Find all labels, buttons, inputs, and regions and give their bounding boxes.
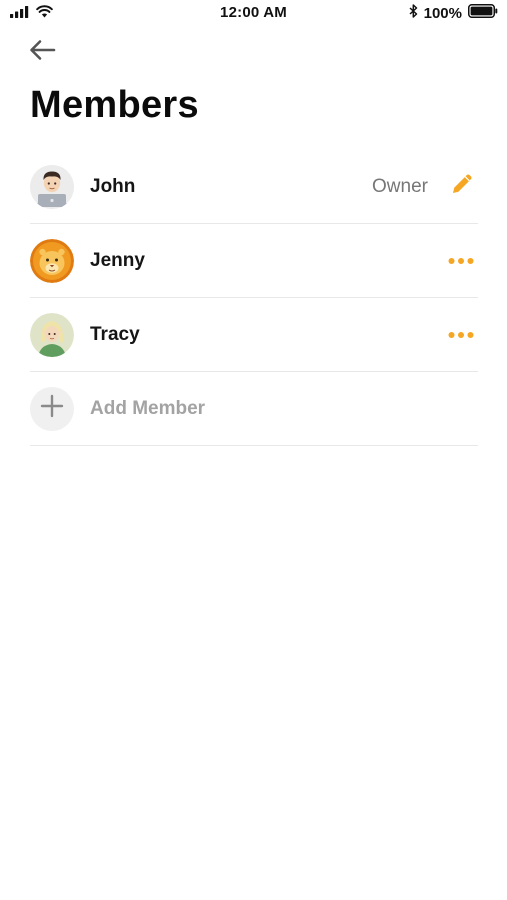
page-title: Members [30, 84, 199, 126]
more-icon [448, 252, 474, 270]
more-button[interactable] [448, 252, 474, 270]
edit-button[interactable] [450, 172, 474, 201]
row-actions [448, 224, 474, 297]
status-bar: 12:00 AM 100% [0, 0, 507, 26]
back-button[interactable] [26, 38, 58, 66]
more-button[interactable] [448, 326, 474, 344]
members-screen: 12:00 AM 100% Members John Owner Jenny T… [0, 0, 507, 900]
member-row-jenny[interactable]: Jenny [30, 224, 478, 298]
owner-role-label: Owner [372, 175, 428, 197]
avatar [30, 312, 74, 357]
battery-icon [468, 4, 498, 23]
add-member-circle [30, 386, 74, 431]
member-row-tracy[interactable]: Tracy [30, 298, 478, 372]
add-member-label: Add Member [90, 397, 206, 419]
avatar [30, 164, 74, 209]
avatar [30, 238, 74, 283]
member-row-john[interactable]: John Owner [30, 150, 478, 224]
row-actions [448, 298, 474, 371]
add-member-button[interactable]: Add Member [30, 372, 478, 446]
status-right: 100% [409, 4, 498, 23]
member-name: Jenny [90, 249, 145, 271]
back-arrow-icon [28, 39, 56, 66]
battery-percent: 100% [423, 5, 462, 22]
member-name: John [90, 175, 136, 197]
more-icon [448, 326, 474, 344]
member-list: John Owner Jenny Tracy Add Member [30, 150, 478, 446]
pencil-icon [450, 172, 474, 201]
bluetooth-icon [409, 4, 418, 23]
plus-icon [40, 394, 64, 423]
row-actions: Owner [372, 150, 474, 223]
member-name: Tracy [90, 323, 140, 345]
